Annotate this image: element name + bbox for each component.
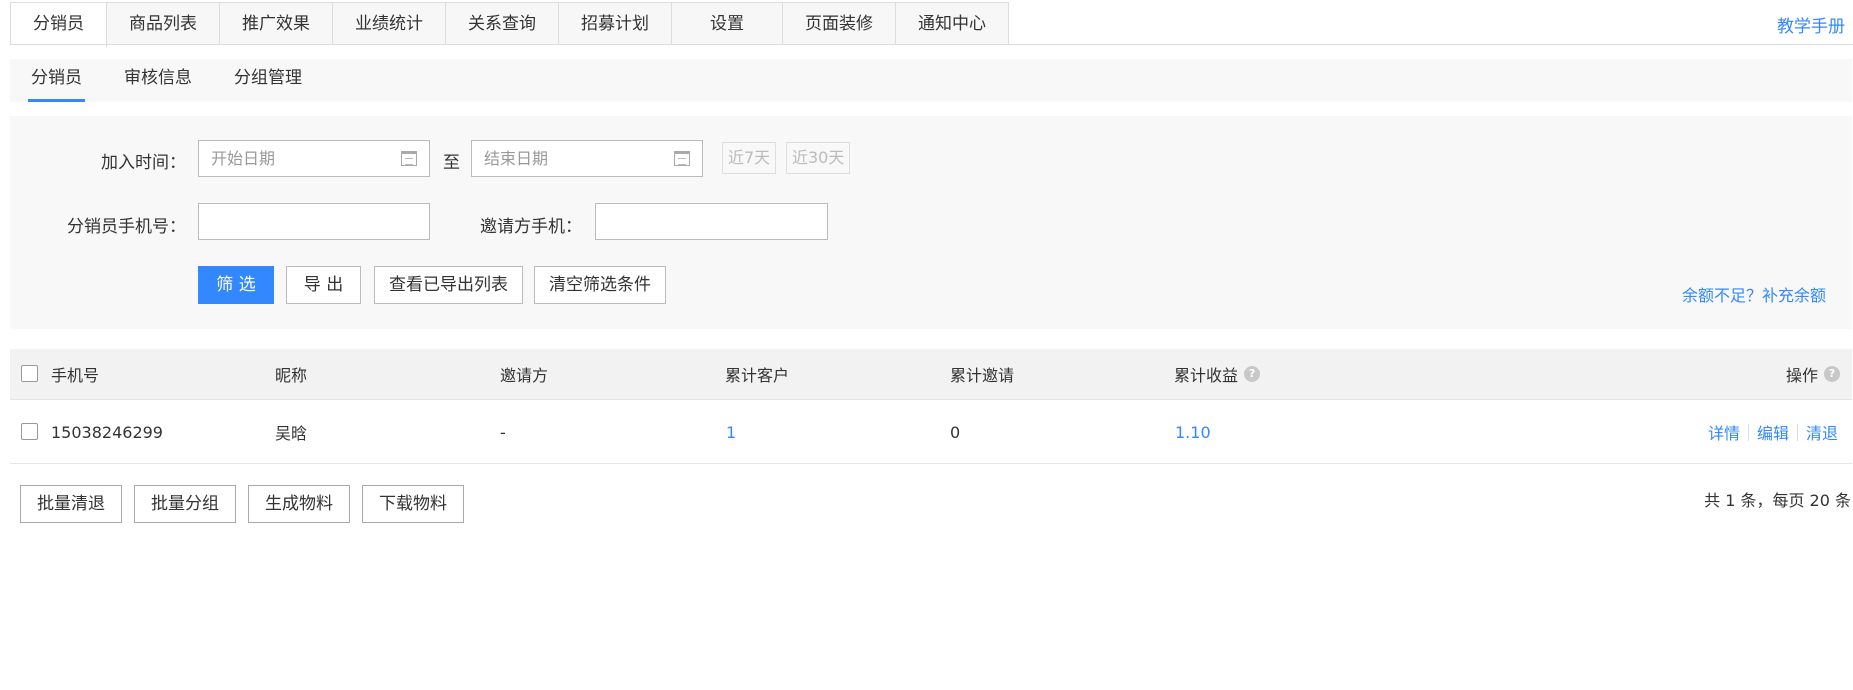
header-ops-label: 操作: [1785, 366, 1818, 385]
header-invites: 累计邀请: [950, 366, 1015, 385]
top-nav: 分销员 商品列表 推广效果 业绩统计 关系查询 招募计划 设置 页面装修 通知中…: [10, 2, 1009, 47]
end-date-input[interactable]: 结束日期: [471, 140, 703, 177]
edit-link[interactable]: 编辑: [1757, 420, 1789, 444]
help-question-icon[interactable]: ?: [1824, 366, 1840, 382]
row-nickname: 吴晗: [275, 424, 308, 443]
export-button[interactable]: 导 出: [286, 266, 361, 304]
row-inviter: -: [500, 422, 506, 442]
tab-notification-center[interactable]: 通知中心: [896, 3, 1008, 45]
tab-settings[interactable]: 设置: [672, 3, 783, 45]
view-exported-list-button[interactable]: 查看已导出列表: [374, 266, 523, 304]
sub-nav: 分销员 审核信息 分组管理: [10, 59, 1852, 102]
inviter-phone-input[interactable]: [595, 203, 828, 240]
filter-panel: 加入时间： 开始日期 至 结束日期 近7天 近30天 分销员手机号： 邀请方手机…: [10, 116, 1852, 329]
header-ops: 操作 ?: [1786, 349, 1840, 399]
header-earnings: 累计收益 ?: [1174, 349, 1261, 399]
header-phone: 手机号: [51, 366, 100, 385]
join-time-label: 加入时间：: [101, 153, 186, 173]
op-divider: [1796, 423, 1798, 441]
top-nav-divider: [10, 44, 1853, 45]
op-divider: [1747, 423, 1749, 441]
tab-recruit-plan[interactable]: 招募计划: [559, 3, 672, 45]
table-header: 手机号 昵称 邀请方 累计客户 累计邀请 累计收益 ? 操作 ?: [10, 349, 1852, 400]
recharge-balance-link[interactable]: 余额不足？补充余额: [1682, 282, 1826, 306]
pagination-info: 共 1 条，每页 20 条: [1704, 491, 1851, 510]
start-date-input[interactable]: 开始日期: [198, 140, 430, 177]
distributor-phone-input[interactable]: [198, 203, 430, 240]
last-7-days-button[interactable]: 近7天: [722, 142, 777, 174]
row-earnings-link[interactable]: 1.10: [1175, 401, 1211, 463]
generate-material-button[interactable]: 生成物料: [248, 485, 350, 523]
batch-remove-button[interactable]: 批量清退: [20, 485, 122, 523]
tab-distributor[interactable]: 分销员: [11, 3, 107, 47]
table-row: 15038246299 吴晗 - 1 0 1.10 详情 编辑 清退: [10, 401, 1852, 464]
header-inviter: 邀请方: [500, 366, 549, 385]
row-phone: 15038246299: [51, 422, 163, 442]
distributor-phone-label: 分销员手机号：: [67, 217, 186, 237]
inviter-phone-label: 邀请方手机：: [480, 217, 582, 237]
subtab-review-info[interactable]: 审核信息: [124, 59, 192, 102]
tab-relation-query[interactable]: 关系查询: [446, 3, 559, 45]
tab-page-decoration[interactable]: 页面装修: [783, 3, 896, 45]
tab-performance-stats[interactable]: 业绩统计: [333, 3, 446, 45]
calendar-icon: [401, 151, 417, 166]
batch-group-button[interactable]: 批量分组: [134, 485, 236, 523]
row-customers-link[interactable]: 1: [726, 401, 736, 463]
download-material-button[interactable]: 下载物料: [362, 485, 464, 523]
filter-button[interactable]: 筛 选: [198, 266, 274, 304]
help-question-icon[interactable]: ?: [1244, 366, 1261, 382]
header-nickname: 昵称: [275, 366, 308, 385]
select-all-checkbox[interactable]: [21, 365, 38, 382]
last-30-days-button[interactable]: 近30天: [786, 142, 851, 174]
detail-link[interactable]: 详情: [1708, 420, 1740, 444]
tab-product-list[interactable]: 商品列表: [107, 3, 220, 45]
remove-link[interactable]: 清退: [1806, 420, 1838, 444]
to-label: 至: [443, 153, 460, 173]
header-earnings-label: 累计收益: [1174, 366, 1239, 385]
end-date-placeholder: 结束日期: [484, 149, 549, 168]
help-manual-link[interactable]: 教学手册: [1777, 12, 1845, 37]
start-date-placeholder: 开始日期: [211, 149, 276, 168]
header-customers: 累计客户: [725, 366, 790, 385]
calendar-icon: [674, 151, 690, 166]
row-checkbox[interactable]: [21, 423, 38, 440]
row-operations: 详情 编辑 清退: [1708, 401, 1838, 463]
tab-promotion-effect[interactable]: 推广效果: [220, 3, 333, 45]
subtab-distributor[interactable]: 分销员: [28, 59, 85, 102]
clear-filters-button[interactable]: 清空筛选条件: [534, 266, 666, 304]
row-invites: 0: [950, 422, 961, 442]
subtab-group-manage[interactable]: 分组管理: [234, 59, 302, 102]
